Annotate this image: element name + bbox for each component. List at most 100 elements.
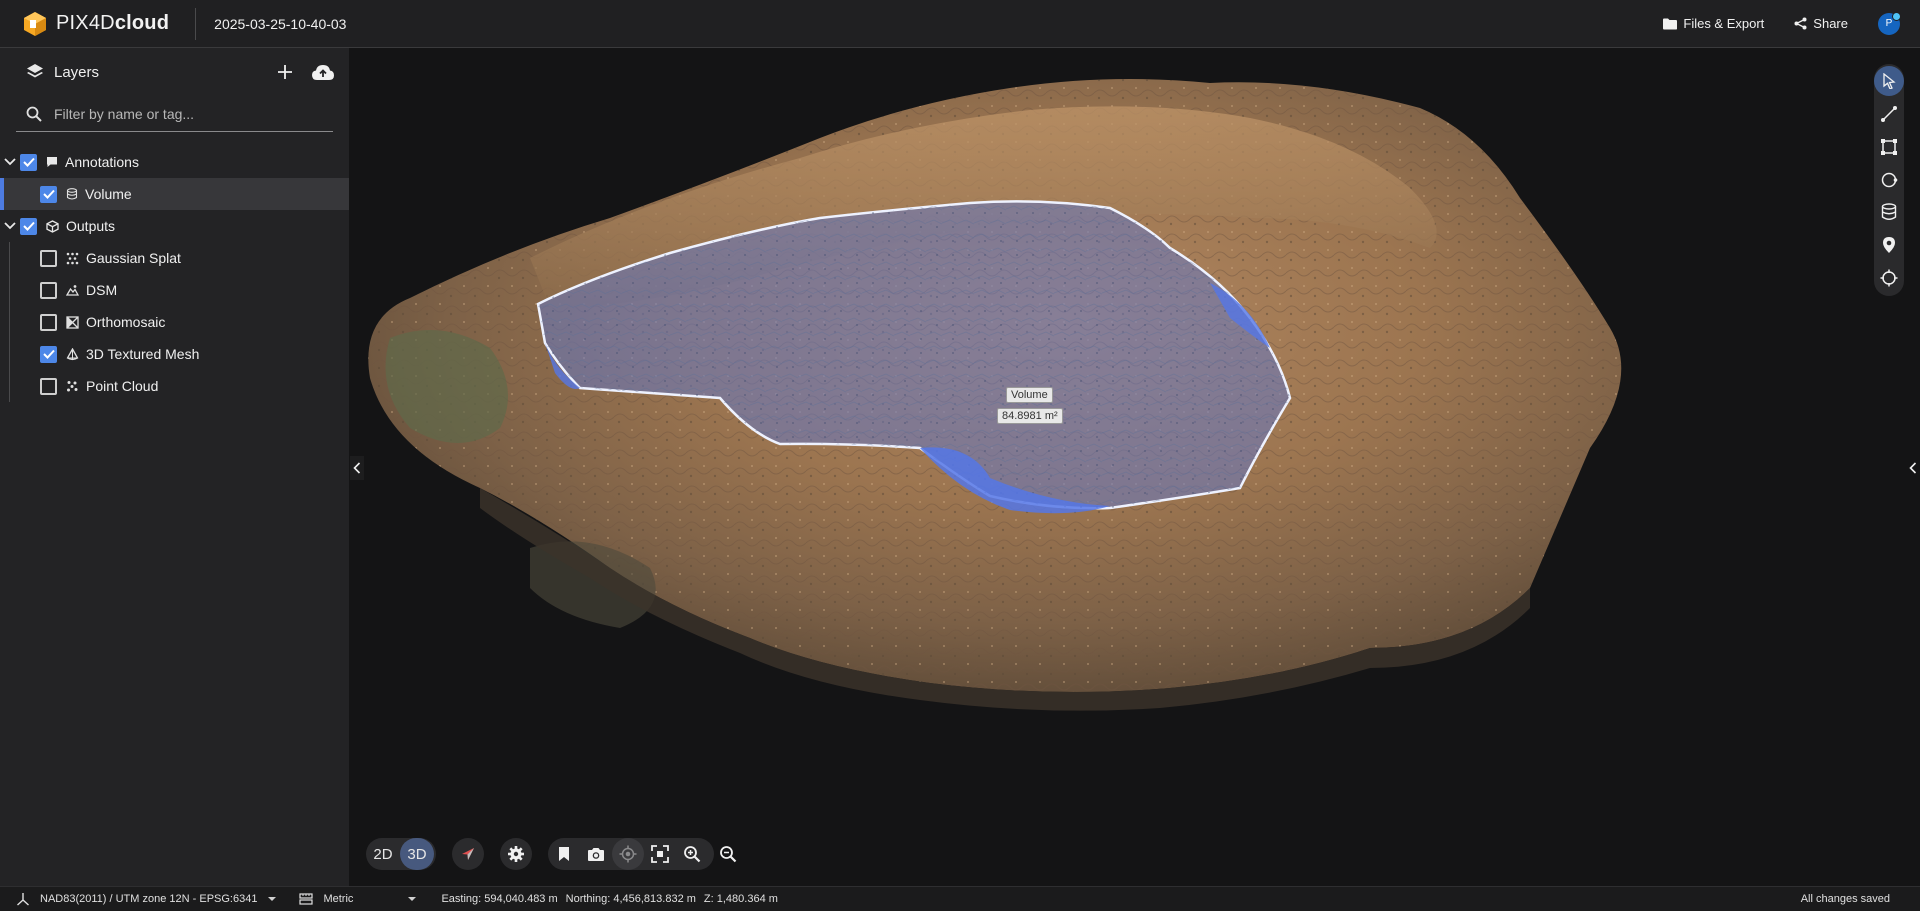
import-layer-button[interactable] xyxy=(311,63,335,81)
select-tool[interactable] xyxy=(1874,66,1904,96)
folder-icon xyxy=(1663,18,1678,29)
layers-title: Layers xyxy=(54,63,100,81)
splat-icon xyxy=(66,252,79,265)
zoom-out-icon xyxy=(720,846,737,863)
mesh-icon xyxy=(66,347,79,361)
bookmark-button[interactable] xyxy=(548,838,580,870)
layer-label: Gaussian Splat xyxy=(86,250,181,266)
check-icon xyxy=(42,189,55,199)
layer-item-point-cloud[interactable]: Point Cloud xyxy=(0,370,349,402)
target-tool[interactable] xyxy=(1874,263,1904,293)
polygon-tool[interactable] xyxy=(1874,132,1904,162)
cube-icon xyxy=(46,219,59,233)
layer-filter-input[interactable] xyxy=(54,105,304,122)
volume-value: 84.8981 m² xyxy=(997,408,1063,424)
layer-group-annotations[interactable]: Annotations xyxy=(0,146,349,178)
orthomosaic-checkbox[interactable] xyxy=(40,313,57,331)
layers-panel: Layers Annotations Volume xyxy=(0,48,350,886)
view-tools-group xyxy=(548,838,714,870)
plus-icon xyxy=(278,65,292,79)
3d-viewport[interactable]: Volume 84.8981 m² xyxy=(350,48,1920,886)
caret-down-icon xyxy=(268,897,277,901)
logo[interactable]: PIX4Dcloud xyxy=(22,0,169,48)
caret-down-icon xyxy=(408,897,417,901)
layer-item-dsm[interactable]: DSM xyxy=(0,274,349,306)
save-status: All changes saved xyxy=(1800,893,1890,905)
circle-icon xyxy=(1881,172,1898,187)
comment-icon xyxy=(46,156,58,168)
pix4d-logo-icon xyxy=(24,11,46,36)
share-icon xyxy=(1794,17,1807,30)
view-mode-toggle: 2D 3D xyxy=(366,838,436,870)
files-export-button[interactable]: Files & Export xyxy=(1663,16,1764,31)
files-export-label: Files & Export xyxy=(1683,16,1765,31)
dsm-checkbox[interactable] xyxy=(40,281,57,299)
crs-selector[interactable]: NAD83(2011) / UTM zone 12N - EPSG:6341 xyxy=(16,892,277,906)
chevron-down-icon[interactable] xyxy=(0,222,20,230)
northing-readout: Northing: 4,456,813.832 m xyxy=(565,893,696,905)
share-label: Share xyxy=(1813,16,1848,31)
expand-right-panel-button[interactable] xyxy=(1906,456,1920,480)
cloud-upload-icon xyxy=(312,65,334,80)
layer-label: 3D Textured Mesh xyxy=(86,346,200,362)
compass-icon xyxy=(462,848,474,860)
layer-item-volume[interactable]: Volume xyxy=(0,178,349,210)
line-tool[interactable] xyxy=(1874,99,1904,129)
layer-item-gaussian-splat[interactable]: Gaussian Splat xyxy=(0,242,349,274)
ruler-icon xyxy=(299,893,314,905)
point-cloud-checkbox[interactable] xyxy=(40,377,57,395)
mesh-checkbox[interactable] xyxy=(40,345,57,363)
share-button[interactable]: Share xyxy=(1794,16,1848,31)
locate-button[interactable] xyxy=(612,838,644,870)
z-readout: Z: 1,480.364 m xyxy=(703,893,778,905)
gaussian-splat-checkbox[interactable] xyxy=(40,249,57,267)
zoom-in-button[interactable] xyxy=(676,838,708,870)
easting-readout: Easting: 594,040.483 m xyxy=(441,893,558,905)
add-layer-button[interactable] xyxy=(277,64,293,80)
layer-label: Orthomosaic xyxy=(86,314,166,330)
project-title: 2025-03-25-10-40-03 xyxy=(214,15,347,32)
layer-item-orthomosaic[interactable]: Orthomosaic xyxy=(0,306,349,338)
crosshair-icon xyxy=(1880,269,1898,287)
fit-view-button[interactable] xyxy=(644,838,676,870)
view-2d-button[interactable]: 2D xyxy=(366,838,400,870)
search-icon xyxy=(26,106,42,122)
bookmark-icon xyxy=(559,847,569,861)
cylinder-icon xyxy=(66,188,78,200)
polyline-icon xyxy=(1881,105,1897,122)
layer-item-3d-textured-mesh[interactable]: 3D Textured Mesh xyxy=(0,338,349,370)
units-selector[interactable]: Metric xyxy=(299,893,417,905)
check-icon xyxy=(22,157,35,167)
user-avatar[interactable]: P xyxy=(1878,11,1901,35)
volume-checkbox[interactable] xyxy=(40,185,57,203)
marker-tool[interactable] xyxy=(1874,230,1904,260)
units-label: Metric xyxy=(323,893,354,905)
annotations-checkbox[interactable] xyxy=(20,153,37,171)
screenshot-button[interactable] xyxy=(580,838,612,870)
axes-icon xyxy=(17,893,29,906)
view-3d-button[interactable]: 3D xyxy=(400,838,434,870)
mesh-render[interactable] xyxy=(350,48,1920,886)
layer-group-outputs[interactable]: Outputs xyxy=(0,210,349,242)
layer-tree: Annotations Volume Outputs Gaussian Spla… xyxy=(0,146,349,402)
volume-tool[interactable] xyxy=(1874,197,1904,227)
settings-button[interactable] xyxy=(500,838,532,870)
focus-frame-icon xyxy=(651,845,669,863)
top-bar: PIX4Dcloud 2025-03-25-10-40-03 Files & E… xyxy=(0,0,1920,48)
compass-button[interactable] xyxy=(452,838,484,870)
volume-label[interactable]: Volume xyxy=(1006,387,1053,403)
collapse-sidebar-button[interactable] xyxy=(350,456,364,480)
chevron-left-icon xyxy=(1909,462,1917,474)
status-bar: NAD83(2011) / UTM zone 12N - EPSG:6341 M… xyxy=(0,886,1920,911)
zoom-in-icon xyxy=(684,846,701,863)
zoom-out-button[interactable] xyxy=(712,838,744,870)
outputs-checkbox[interactable] xyxy=(20,217,37,235)
chevron-down-icon[interactable] xyxy=(0,158,20,166)
layer-label: Annotations xyxy=(65,154,139,170)
brand-name: PIX4Dcloud xyxy=(56,12,170,34)
circle-tool[interactable] xyxy=(1874,165,1904,195)
layer-label: Volume xyxy=(85,186,132,202)
crs-label: NAD83(2011) / UTM zone 12N - EPSG:6341 xyxy=(40,893,258,905)
orthomosaic-icon xyxy=(66,315,79,329)
layer-filter[interactable] xyxy=(16,96,333,132)
